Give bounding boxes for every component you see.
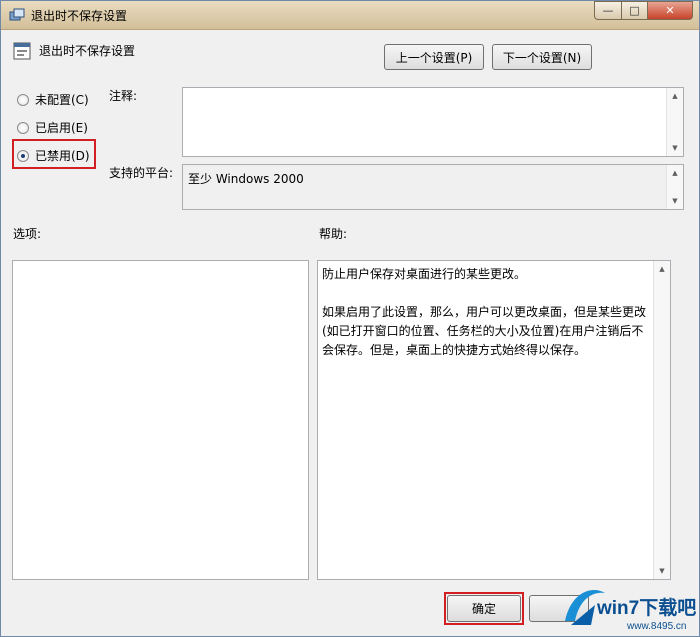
minimize-button[interactable]: — bbox=[594, 1, 622, 20]
disabled-option-highlight bbox=[12, 139, 96, 169]
help-label: 帮助: bbox=[319, 227, 348, 241]
scroll-up-icon[interactable]: ▲ bbox=[667, 89, 683, 103]
policy-title: 退出时不保存设置 bbox=[39, 44, 136, 58]
radio-not-configured[interactable]: 未配置(C) bbox=[17, 91, 89, 108]
supported-platform-field: 至少 Windows 2000 ▲ ▼ bbox=[182, 164, 684, 210]
maximize-button[interactable]: □ bbox=[621, 1, 648, 20]
scroll-down-icon[interactable]: ▼ bbox=[667, 141, 683, 155]
watermark-logo: win7下载吧 www.8495.cn bbox=[565, 590, 696, 632]
platform-scrollbar[interactable]: ▲ ▼ bbox=[666, 165, 683, 209]
title-bar[interactable]: 退出时不保存设置 — □ ✕ bbox=[1, 1, 699, 30]
minimize-icon: — bbox=[602, 4, 614, 17]
options-panel bbox=[12, 260, 309, 580]
help-text: 防止用户保存对桌面进行的某些更改。 如果启用了此设置，那么，用户可以更改桌面，但… bbox=[322, 267, 647, 357]
close-button[interactable]: ✕ bbox=[647, 1, 693, 20]
comment-textarea[interactable]: ▲ ▼ bbox=[182, 87, 684, 157]
radio-label: 未配置(C) bbox=[35, 93, 89, 107]
watermark-brand: win7下载吧 bbox=[596, 596, 696, 619]
maximize-icon: □ bbox=[629, 4, 640, 17]
help-scrollbar[interactable]: ▲ ▼ bbox=[653, 261, 670, 579]
comment-scrollbar[interactable]: ▲ ▼ bbox=[666, 88, 683, 156]
supported-platform-value: 至少 Windows 2000 bbox=[188, 172, 304, 186]
group-policy-icon bbox=[9, 8, 25, 21]
radio-circle[interactable] bbox=[17, 121, 29, 134]
policy-setting-icon bbox=[13, 42, 31, 60]
scroll-up-icon[interactable]: ▲ bbox=[667, 166, 683, 180]
next-setting-button[interactable]: 下一个设置(N) bbox=[492, 44, 592, 70]
close-icon: ✕ bbox=[665, 4, 675, 17]
help-panel: 防止用户保存对桌面进行的某些更改。 如果启用了此设置，那么，用户可以更改桌面，但… bbox=[317, 260, 671, 580]
previous-setting-button[interactable]: 上一个设置(P) bbox=[384, 44, 484, 70]
scroll-down-icon[interactable]: ▼ bbox=[654, 564, 670, 578]
scroll-down-icon[interactable]: ▼ bbox=[667, 194, 683, 208]
radio-enabled[interactable]: 已启用(E) bbox=[17, 119, 88, 136]
supported-platform-label: 支持的平台: bbox=[109, 166, 174, 180]
radio-label: 已启用(E) bbox=[35, 121, 88, 135]
policy-dialog-window: 退出时不保存设置 — □ ✕ 退出时不保存设置 上一个设置(P) 下一个设置(N… bbox=[0, 0, 700, 637]
comment-label: 注释: bbox=[109, 89, 138, 103]
ok-button[interactable]: 确定 bbox=[447, 595, 521, 622]
scroll-up-icon[interactable]: ▲ bbox=[654, 262, 670, 276]
radio-circle[interactable] bbox=[17, 93, 29, 106]
window-title: 退出时不保存设置 bbox=[31, 9, 128, 23]
watermark-url: www.8495.cn bbox=[626, 621, 686, 632]
options-label: 选项: bbox=[13, 227, 42, 241]
